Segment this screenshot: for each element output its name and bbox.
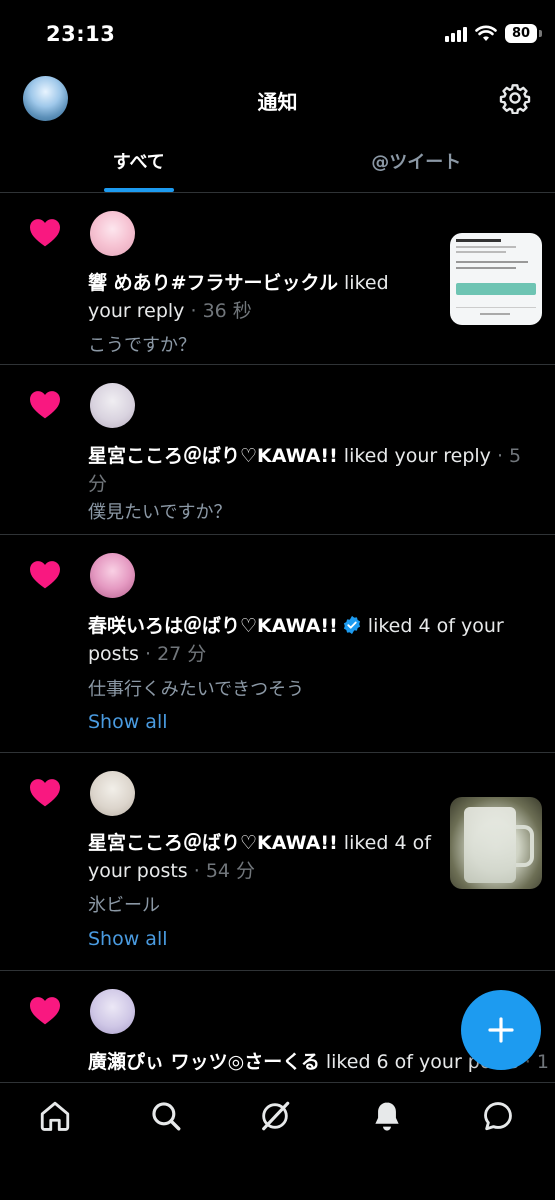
- post-snippet: こうですか？: [88, 335, 196, 356]
- notification-time: 27 分: [157, 643, 207, 665]
- cellular-signal-icon: [445, 26, 467, 42]
- notification-item[interactable]: 響 めあり#フラサービックル liked your reply · 36 秒 こ…: [0, 193, 555, 365]
- post-snippet: 仕事行くみたいできつそう: [88, 679, 305, 700]
- user-name[interactable]: 星宮こころ＠ばり♡KAWA!!: [88, 445, 338, 467]
- tab-all[interactable]: すべて: [0, 136, 278, 192]
- compose-button[interactable]: [461, 990, 541, 1070]
- search-icon[interactable]: [149, 1099, 183, 1133]
- notification-action: liked your reply: [343, 445, 491, 467]
- post-thumbnail[interactable]: [450, 797, 542, 889]
- post-snippet: 僕見たいですか？: [88, 502, 232, 523]
- heart-icon: [30, 997, 60, 1025]
- user-name[interactable]: 響 めあり#フラサービックル: [88, 272, 338, 294]
- battery-indicator: 80: [505, 24, 542, 43]
- status-bar: 23:13 80: [0, 0, 555, 70]
- user-name[interactable]: 廣瀬ぴぃ ワッツ◎さーくる: [88, 1051, 320, 1073]
- top-header: 通知: [0, 70, 555, 128]
- avatar[interactable]: [90, 211, 135, 256]
- grok-icon[interactable]: [258, 1099, 292, 1133]
- status-time: 23:13: [46, 22, 116, 46]
- heart-icon: [30, 219, 60, 247]
- status-icons: 80: [445, 24, 542, 43]
- home-icon[interactable]: [38, 1099, 72, 1133]
- avatar[interactable]: [90, 989, 135, 1034]
- notification-item[interactable]: 星宮こころ＠ばり♡KAWA!! liked 4 of your posts · …: [0, 753, 555, 971]
- tab-mentions-label: @ツイート: [371, 152, 462, 173]
- notification-item[interactable]: 星宮こころ＠ばり♡KAWA!! liked your reply · 5 分 僕…: [0, 365, 555, 535]
- user-name[interactable]: 星宮こころ＠ばり♡KAWA!!: [88, 832, 338, 854]
- plus-icon: [488, 1017, 514, 1043]
- notification-text: 星宮こころ＠ばり♡KAWA!! liked your reply · 5 分: [88, 445, 522, 495]
- active-tab-indicator: [103, 188, 174, 192]
- tab-mentions[interactable]: @ツイート: [278, 136, 555, 192]
- notification-tabs: すべて @ツイート: [0, 136, 555, 193]
- bottom-navigation: [0, 1082, 555, 1200]
- heart-icon: [30, 779, 60, 807]
- heart-icon: [30, 561, 60, 589]
- notifications-screen: 23:13 80 通知 すべて @ツイート 響 めあり#フラサービックル lik…: [0, 0, 555, 1200]
- avatar[interactable]: [90, 553, 135, 598]
- tab-all-label: すべて: [112, 152, 165, 173]
- messages-icon[interactable]: [481, 1099, 515, 1133]
- page-title: 通知: [257, 90, 298, 114]
- verified-badge-icon: [343, 615, 360, 635]
- avatar[interactable]: [90, 383, 135, 428]
- notifications-feed[interactable]: 響 めあり#フラサービックル liked your reply · 36 秒 こ…: [0, 193, 555, 1079]
- notifications-bell-icon[interactable]: [370, 1099, 404, 1133]
- show-all-link[interactable]: Show all: [88, 928, 168, 950]
- post-snippet: 氷ビール: [88, 895, 160, 916]
- notification-text: 星宮こころ＠ばり♡KAWA!! liked 4 of your posts · …: [88, 832, 431, 882]
- heart-icon: [30, 391, 60, 419]
- notification-time: 54 分: [205, 860, 256, 882]
- notification-time: 36 秒: [202, 300, 252, 322]
- wifi-icon: [475, 25, 497, 41]
- post-thumbnail[interactable]: [450, 233, 542, 325]
- notification-text: 響 めあり#フラサービックル liked your reply · 36 秒: [88, 272, 389, 322]
- avatar[interactable]: [90, 771, 135, 816]
- show-all-link[interactable]: Show all: [88, 711, 168, 733]
- user-name[interactable]: 春咲いろは＠ばり♡KAWA!!: [88, 615, 338, 637]
- settings-gear-icon[interactable]: [499, 82, 531, 114]
- battery-level: 80: [511, 26, 531, 41]
- notification-text: 春咲いろは＠ばり♡KAWA!! liked 4 of your posts · …: [88, 615, 504, 665]
- notification-item[interactable]: 春咲いろは＠ばり♡KAWA!! liked 4 of your posts · …: [0, 535, 555, 753]
